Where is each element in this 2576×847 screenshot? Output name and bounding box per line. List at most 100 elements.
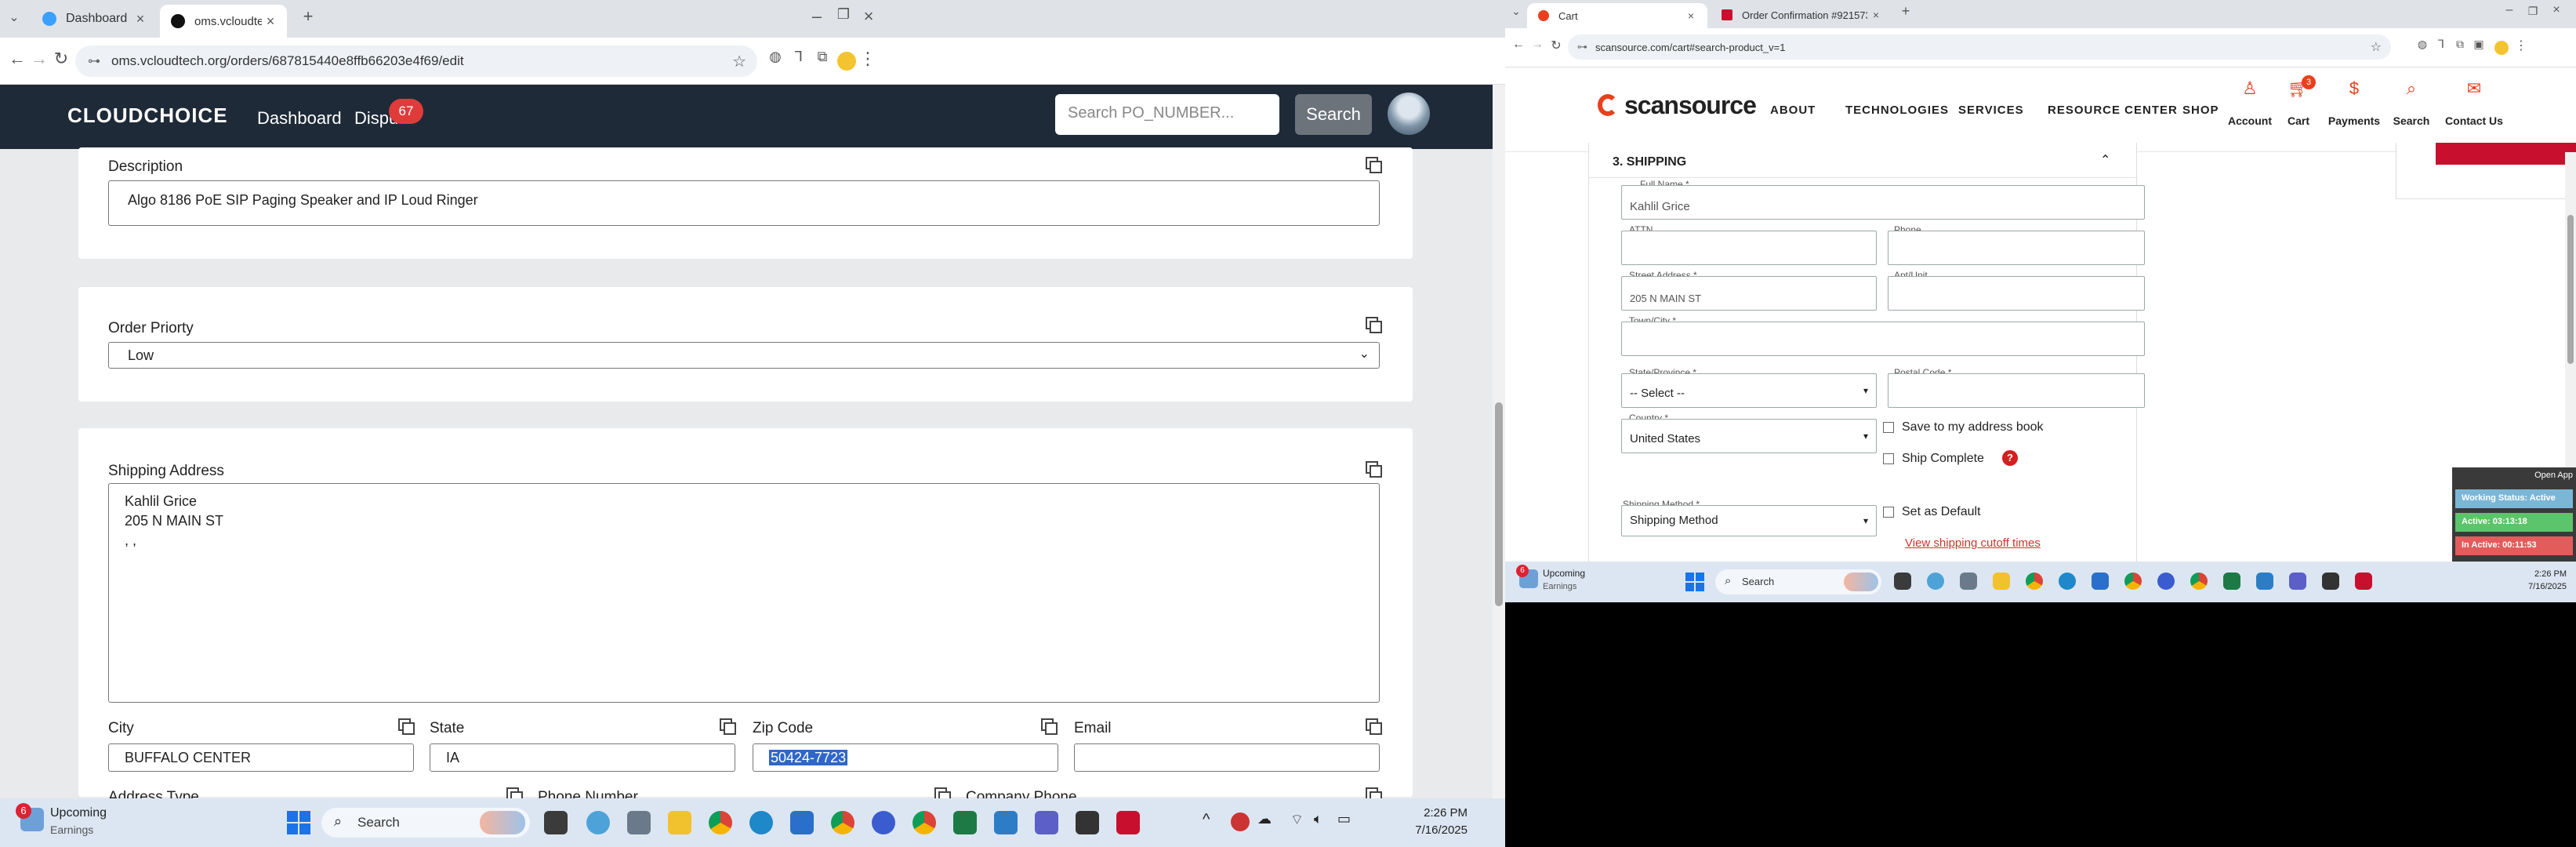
back-icon[interactable]: ←: [1510, 38, 1527, 52]
restore-icon[interactable]: ❐: [2524, 5, 2542, 18]
close-icon[interactable]: ×: [1682, 9, 1700, 22]
calculator-icon[interactable]: [627, 811, 651, 834]
page-scrollbar[interactable]: [1493, 85, 1505, 798]
profile-icon[interactable]: [2494, 41, 2509, 55]
back-icon[interactable]: ←: [6, 49, 28, 69]
extension-icon[interactable]: ◍: [765, 49, 785, 65]
payments-link[interactable]: Payments: [2324, 115, 2385, 127]
payments-icon[interactable]: $: [2324, 78, 2385, 99]
excel-icon[interactable]: [2223, 573, 2240, 590]
country-select[interactable]: United States ▾: [1621, 419, 1877, 453]
nav-resource-center[interactable]: RESOURCE CENTER: [2048, 104, 2178, 117]
copy-icon[interactable]: [1366, 157, 1382, 173]
copy-icon[interactable]: [1366, 718, 1382, 735]
task-view-icon[interactable]: [1894, 573, 1911, 590]
app-icon[interactable]: [586, 811, 610, 834]
restore-icon[interactable]: ❐: [833, 6, 854, 23]
scrollbar-thumb[interactable]: [1495, 402, 1503, 606]
full-name-field[interactable]: Kahlil Grice: [1621, 185, 2145, 220]
zip-field[interactable]: 50424-7723: [753, 743, 1058, 772]
app-icon[interactable]: [1927, 573, 1944, 590]
scrollbar-thumb[interactable]: [2567, 215, 2574, 364]
calculator-icon[interactable]: [1960, 573, 1977, 590]
close-icon[interactable]: ×: [132, 11, 149, 27]
shipping-method-select[interactable]: Shipping Method ▾: [1621, 505, 1877, 536]
set-default-label[interactable]: Set as Default: [1902, 505, 1981, 519]
start-icon[interactable]: [287, 811, 310, 834]
reload-icon[interactable]: ↻: [1547, 38, 1565, 53]
bookmark-star-icon[interactable]: ☆: [732, 52, 746, 71]
chrome-profile-icon[interactable]: [2124, 573, 2142, 590]
chrome-icon[interactable]: [2026, 573, 2043, 590]
contact-icon[interactable]: ✉: [2438, 78, 2510, 99]
wifi-icon[interactable]: ⌔: [1290, 811, 1304, 829]
nav-dashboard[interactable]: Dashboard: [257, 108, 342, 129]
tray-chevron-icon[interactable]: ^: [1203, 811, 1210, 829]
clock-date[interactable]: 7/16/2025: [2504, 582, 2567, 591]
reader-icon[interactable]: Ꞁ: [2433, 38, 2449, 51]
url-field[interactable]: ⊶ oms.vcloudtech.org/orders/687815440e8f…: [75, 45, 757, 77]
email-field[interactable]: [1074, 743, 1380, 772]
nav-services[interactable]: SERVICES: [1958, 104, 2024, 117]
chrome-alt-icon[interactable]: [2190, 573, 2208, 590]
acrobat-icon[interactable]: [2355, 573, 2372, 590]
minimize-icon[interactable]: –: [806, 6, 828, 27]
edge-icon[interactable]: [2059, 573, 2076, 590]
town-city-field[interactable]: [1621, 322, 2145, 356]
tab-cart[interactable]: Cart ×: [1527, 3, 1707, 28]
tray-app-icon[interactable]: [1231, 812, 1250, 831]
search-icon[interactable]: ⌕: [2386, 78, 2436, 99]
shipping-cutoff-link[interactable]: View shipping cutoff times: [1905, 536, 2041, 550]
outlook-icon[interactable]: [2092, 573, 2109, 590]
outlook-icon[interactable]: [790, 811, 814, 834]
sidebar-icon[interactable]: ▣: [2471, 38, 2487, 51]
puzzle-icon[interactable]: ⧉: [812, 49, 833, 65]
acrobat-icon[interactable]: [1116, 811, 1140, 834]
minimize-icon[interactable]: –: [2501, 3, 2518, 17]
close-icon[interactable]: ×: [1867, 9, 1885, 21]
chrome-icon[interactable]: [709, 811, 732, 834]
terminal-icon[interactable]: [2322, 573, 2339, 590]
reload-icon[interactable]: ↻: [50, 49, 72, 69]
nav-technologies[interactable]: TECHNOLOGIES: [1845, 104, 1949, 117]
tab-dashboard[interactable]: Dashboard ×: [31, 5, 157, 33]
chrome-profile-icon[interactable]: [831, 811, 854, 834]
checkout-button[interactable]: [2436, 143, 2576, 165]
window-close-icon[interactable]: ×: [858, 6, 880, 27]
remote-desktop-icon[interactable]: [2256, 573, 2273, 590]
account-icon[interactable]: ♙: [2225, 78, 2275, 99]
set-default-checkbox[interactable]: [1883, 507, 1894, 518]
taskbar-search[interactable]: ⌕ Search: [321, 808, 530, 838]
close-icon[interactable]: ×: [262, 13, 279, 30]
contact-link[interactable]: Contact Us: [2438, 115, 2510, 127]
tab-order-confirmation[interactable]: Order Confirmation #92157351 ×: [1711, 3, 1892, 27]
copy-icon[interactable]: [398, 718, 415, 735]
clock-date[interactable]: 7/16/2025: [1405, 823, 1468, 837]
puzzle-icon[interactable]: ⧉: [2452, 38, 2468, 51]
copy-icon[interactable]: [1041, 718, 1058, 735]
task-view-icon[interactable]: [544, 811, 568, 834]
brand-logo[interactable]: CLOUDCHOICE: [67, 104, 228, 128]
state-field[interactable]: IA: [430, 743, 735, 772]
city-field[interactable]: BUFFALO CENTER: [108, 743, 414, 772]
tab-oms-order[interactable]: oms.vcloudtech.org/orders/687 ×: [160, 5, 287, 38]
menu-dots-icon[interactable]: ⋮: [859, 49, 876, 69]
clock-time[interactable]: 2:26 PM: [2504, 569, 2567, 579]
priority-select[interactable]: Low ⌄: [108, 342, 1380, 369]
profile-icon[interactable]: [837, 52, 856, 71]
search-link[interactable]: Search: [2386, 115, 2436, 127]
taskbar-search[interactable]: ⌕ Search: [1715, 569, 1881, 594]
po-search-input[interactable]: Search PO_NUMBER...: [1055, 94, 1279, 135]
phone-field[interactable]: [1888, 231, 2145, 265]
help-icon[interactable]: ?: [2002, 450, 2018, 466]
copy-icon[interactable]: [1366, 317, 1382, 333]
forward-icon[interactable]: →: [1529, 38, 1546, 52]
copy-icon[interactable]: [1366, 461, 1382, 478]
save-address-label[interactable]: Save to my address book: [1902, 420, 2044, 434]
account-link[interactable]: Account: [2225, 115, 2275, 127]
forward-icon[interactable]: →: [28, 49, 50, 69]
volume-icon[interactable]: 🔈︎: [1314, 811, 1322, 827]
file-explorer-icon[interactable]: [1993, 573, 2010, 590]
search-button[interactable]: Search: [1295, 94, 1372, 135]
tab-search-icon[interactable]: ⌄: [5, 9, 24, 25]
